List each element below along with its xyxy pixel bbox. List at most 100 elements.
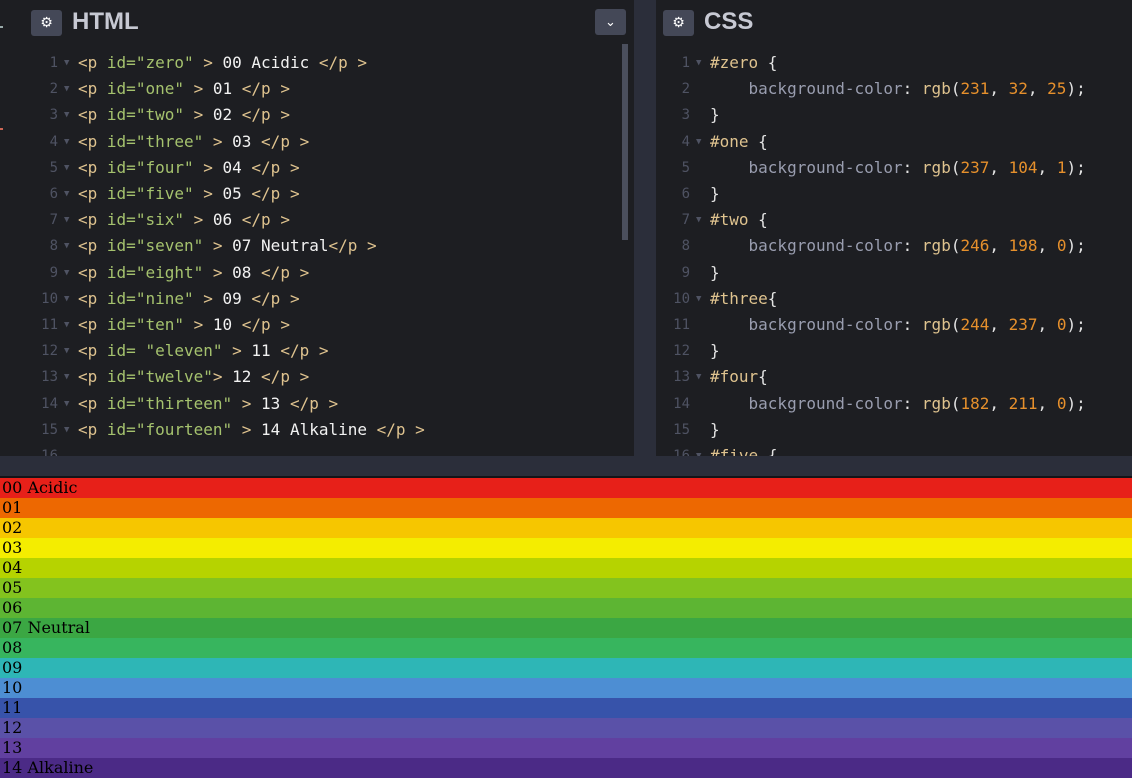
- line-number: 8: [49, 238, 58, 255]
- line-number: 6: [49, 186, 58, 202]
- css-property: background-color: [710, 157, 903, 177]
- fold-icon: ▼: [696, 372, 702, 383]
- code-token: <p: [78, 157, 107, 177]
- fold-icon: ▼: [64, 241, 70, 252]
- chevron-down-icon[interactable]: ⌄: [595, 9, 626, 35]
- code-token: ,: [989, 157, 1009, 177]
- code-token: "zero": [135, 53, 194, 72]
- code-token: :: [902, 236, 922, 256]
- css-number: 32: [1008, 79, 1028, 99]
- code-text: #five {: [710, 443, 777, 456]
- code-text: <p id="nine" > 09 </p >: [78, 286, 300, 312]
- code-token: <p: [78, 53, 107, 72]
- code-text: }: [710, 102, 720, 128]
- code-token: <p: [78, 393, 107, 413]
- fold-icon: ▼: [696, 136, 702, 147]
- code-text: <p id="zero" > 00 Acidic </p >: [78, 50, 367, 76]
- html-code-area[interactable]: 1 ▼ <p id="zero" > 00 Acidic </p >2 ▼ <p id=…: [24, 44, 634, 456]
- css-number: 211: [1008, 393, 1038, 413]
- code-token: <p: [78, 105, 107, 125]
- code-token: <p: [78, 184, 107, 203]
- ph-band: 12: [0, 718, 1132, 738]
- code-token: >: [212, 367, 223, 387]
- css-selector: #one: [710, 131, 759, 151]
- code-token: {: [767, 53, 778, 72]
- line-number: 2: [681, 81, 690, 98]
- css-number: 25: [1047, 79, 1067, 99]
- code-token: id=: [106, 393, 136, 413]
- code-text: }: [710, 181, 720, 207]
- code-token: {: [758, 367, 768, 387]
- line-number: 13: [673, 369, 690, 386]
- css-number: 104: [1008, 157, 1038, 177]
- code-token: "twelve": [135, 367, 213, 387]
- ph-band: 11: [0, 698, 1132, 718]
- code-token: id=: [106, 53, 136, 72]
- fold-icon: ▼: [64, 58, 70, 68]
- html-scrollbar[interactable]: [622, 44, 628, 240]
- code-token: </p >: [376, 419, 425, 439]
- line-number: 16: [673, 448, 690, 456]
- line-number: 16: [41, 448, 58, 456]
- code-token: rgb: [921, 393, 951, 413]
- code-text: #four{: [710, 364, 768, 390]
- line-number: 4: [49, 133, 58, 150]
- code-token: );: [1066, 79, 1086, 99]
- line-number: 10: [41, 290, 58, 307]
- ph-band: 08: [0, 638, 1132, 658]
- code-token: >: [232, 393, 252, 413]
- line-number: 8: [681, 238, 690, 255]
- ph-band: 00 Acidic: [0, 478, 1132, 498]
- line-number: 12: [673, 343, 690, 360]
- code-token: "nine": [135, 288, 194, 308]
- css-code-area[interactable]: 1 ▼ #zero {2 background-color: rgb(231, 32…: [656, 44, 1132, 456]
- ph-band: 03: [0, 538, 1132, 558]
- css-selector: #four: [710, 367, 759, 387]
- line-number: 4: [681, 133, 690, 150]
- paragraph-text: 13: [251, 393, 290, 413]
- code-token: </p >: [251, 288, 300, 308]
- code-token: id=: [106, 79, 136, 99]
- line-number: 5: [49, 159, 58, 176]
- line-number: 10: [673, 290, 690, 307]
- ph-band: 04: [0, 558, 1132, 578]
- code-token: {: [767, 446, 778, 456]
- gear-icon[interactable]: ⚙: [31, 10, 62, 36]
- code-token: id=: [106, 105, 136, 125]
- code-token: rgb: [921, 236, 951, 256]
- code-token: >: [193, 53, 213, 72]
- css-number: 182: [960, 393, 990, 413]
- code-text: <p id="twelve"> 12 </p >: [78, 364, 309, 390]
- line-number: 3: [681, 107, 690, 124]
- code-text: <p id="six" > 06 </p >: [78, 207, 290, 233]
- code-token: >: [203, 131, 223, 151]
- code-token: <p: [78, 419, 107, 439]
- code-token: ,: [1037, 393, 1057, 413]
- fold-icon: ▼: [64, 320, 70, 330]
- line-number: 1: [681, 55, 690, 71]
- code-token: >: [203, 262, 223, 282]
- code-token: >: [203, 236, 223, 256]
- fold-icon: ▼: [64, 215, 70, 226]
- gear-icon[interactable]: ⚙: [663, 10, 694, 36]
- fold-icon: ▼: [64, 84, 70, 95]
- code-token: </p >: [289, 393, 339, 413]
- paragraph-text: 07 Neutral: [222, 236, 329, 256]
- code-token: ,: [989, 315, 1009, 334]
- ph-band: 10: [0, 678, 1132, 698]
- code-token: id=: [106, 288, 136, 308]
- code-text: <p id="fourteen" > 14 Alkaline </p >: [78, 417, 425, 443]
- code-token: id=: [106, 131, 136, 151]
- code-token: );: [1066, 236, 1086, 256]
- paragraph-text: 05: [212, 184, 252, 203]
- line-number: 1: [49, 55, 58, 71]
- resize-bar[interactable]: [0, 456, 1132, 478]
- line-number: 11: [673, 317, 690, 333]
- code-text: <p id= "eleven" > 11 </p >: [78, 338, 328, 364]
- line-number: 3: [49, 107, 58, 124]
- code-token: >: [183, 79, 204, 99]
- code-text: background-color: rgb(246, 198, 0);: [710, 233, 1086, 259]
- code-token: "eight": [135, 262, 204, 282]
- fold-icon: ▼: [64, 293, 70, 304]
- panel-divider[interactable]: [634, 0, 656, 456]
